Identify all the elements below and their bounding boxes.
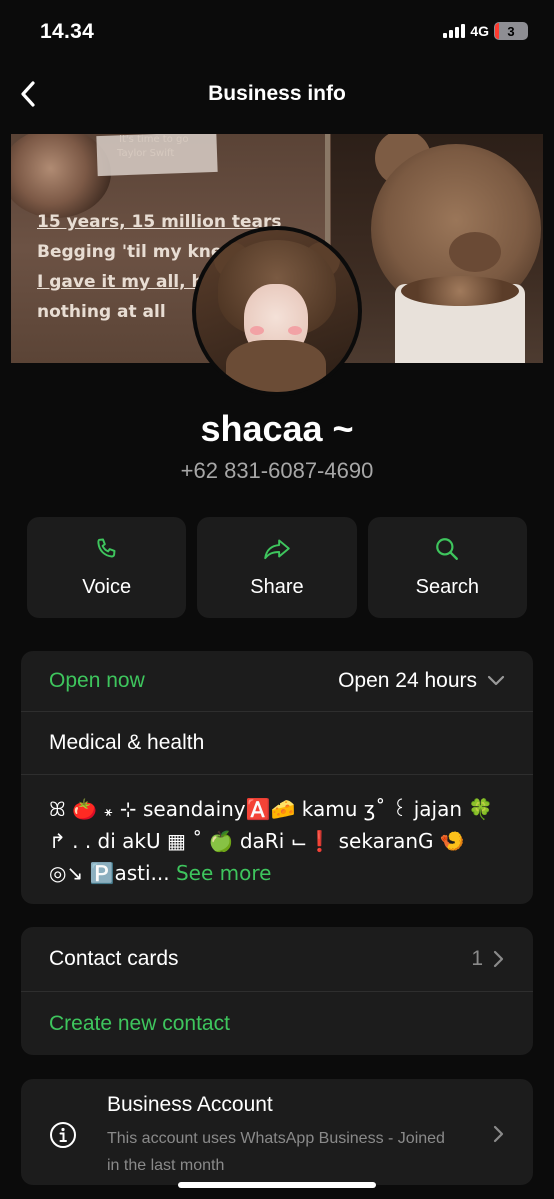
share-icon (262, 536, 292, 562)
business-account-subtitle: This account uses WhatsApp Business - Jo… (107, 1130, 445, 1174)
status-time: 14.34 (40, 20, 95, 43)
profile-phone[interactable]: +62 831-6087-4690 (0, 458, 554, 484)
see-more-link[interactable]: See more (176, 861, 271, 885)
search-button[interactable]: Search (367, 517, 527, 618)
teddy-bear-image (331, 134, 543, 363)
search-label: Search (415, 576, 479, 598)
phone-icon (94, 536, 120, 562)
battery-icon: 3 (494, 22, 528, 40)
business-description: ꕤ 🍅 ꘎ ⊹ seandainy🅰️🧀 kamu ʒ˚ ꒰ jajan 🍀 ↱… (21, 775, 533, 889)
cover-text-line: nothing at all (37, 302, 166, 322)
share-label: Share (250, 576, 304, 598)
create-new-contact-link[interactable]: Create new contact (49, 1012, 230, 1036)
share-button[interactable]: Share (197, 517, 357, 618)
contact-cards-row[interactable]: Contact cards 1 (21, 927, 533, 991)
contact-cards-card: Contact cards 1 Create new contact (21, 927, 533, 1055)
cover-text-line: 15 years, 15 million tears (37, 212, 282, 232)
coffee-foam (401, 276, 519, 306)
chevron-right-icon (493, 1125, 504, 1143)
profile-name: shacaa ~ (200, 408, 354, 449)
open-status: Open now (49, 669, 145, 692)
business-account-title: Business Account (107, 1093, 273, 1116)
business-info-card: Open now Open 24 hours Medical & health … (21, 651, 533, 904)
contact-cards-label: Contact cards (49, 947, 179, 970)
avatar-photo (196, 230, 358, 392)
voice-label: Voice (82, 576, 132, 598)
network-type: 4G (470, 23, 489, 39)
profile-avatar[interactable] (192, 226, 362, 396)
signal-icon (443, 24, 466, 38)
business-account-row[interactable]: Business Account This account uses Whats… (21, 1079, 533, 1193)
status-bar: 14.34 4G 3 (0, 0, 554, 66)
action-buttons: Voice Share Search (27, 517, 527, 618)
hours-row[interactable]: Open now Open 24 hours (21, 651, 533, 711)
search-icon (434, 536, 460, 562)
chevron-down-icon (487, 675, 505, 686)
scarf (226, 340, 326, 392)
business-category: Medical & health (49, 731, 205, 754)
page-title: Business info (208, 82, 346, 105)
hours-summary-group: Open 24 hours (338, 669, 505, 693)
status-indicators: 4G 3 (443, 22, 528, 40)
chevron-right-icon (493, 950, 504, 968)
category-row: Medical & health (21, 711, 533, 774)
contact-cards-count: 1 (471, 947, 483, 970)
battery-level: 3 (507, 23, 515, 39)
description-row: ꕤ 🍅 ꘎ ⊹ seandainy🅰️🧀 kamu ʒ˚ ꒰ jajan 🍀 ↱… (21, 774, 533, 889)
info-icon (49, 1121, 79, 1179)
contact-cards-count-group: 1 (471, 947, 505, 971)
cover-text-line: I gave it my all, he (37, 272, 216, 292)
create-contact-row[interactable]: Create new contact (21, 991, 533, 1055)
voice-button[interactable]: Voice (27, 517, 187, 618)
cover-text-line: Taylor Swift (117, 148, 175, 159)
home-indicator[interactable] (178, 1182, 376, 1188)
cover-text-line: It's time to go (119, 134, 189, 145)
header: Business info (0, 72, 554, 118)
bear-snout (449, 232, 501, 272)
business-account-text: Business Account This account uses Whats… (107, 1093, 457, 1179)
business-account-card[interactable]: Business Account This account uses Whats… (21, 1079, 533, 1185)
hours-summary: Open 24 hours (338, 669, 477, 692)
